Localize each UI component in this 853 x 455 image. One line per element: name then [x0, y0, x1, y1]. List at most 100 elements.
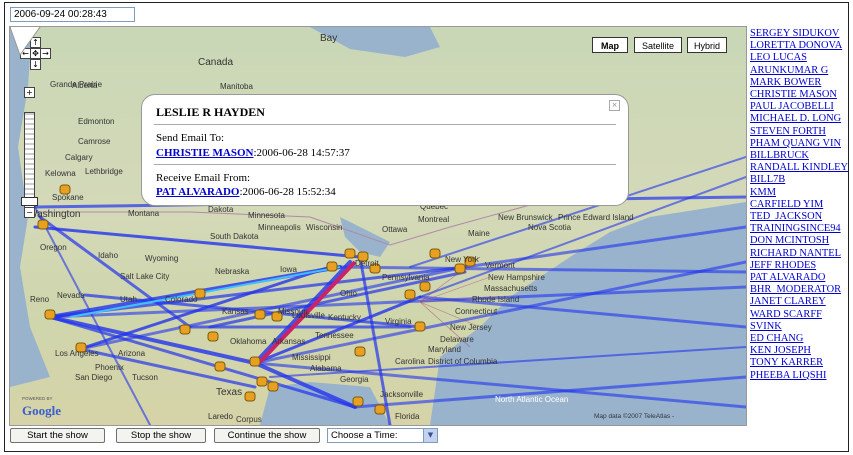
map-label: Arizona	[118, 349, 146, 358]
map-label: Pennsylvania	[382, 273, 430, 282]
map-label: Spokane	[52, 193, 84, 202]
map-label: Idaho	[98, 251, 119, 260]
map-label: Ohio	[340, 289, 357, 298]
google-logo[interactable]: Google	[22, 403, 61, 419]
map-type-satellite-button[interactable]: Satellite	[634, 37, 682, 53]
user-node	[254, 309, 266, 320]
zoom-out-icon[interactable]: −	[24, 207, 35, 218]
user-node	[419, 281, 431, 292]
person-link[interactable]: BHR_MODERATOR	[750, 284, 848, 296]
map-label: Jacksonville	[380, 390, 424, 399]
person-link[interactable]: JANET CLAREY	[750, 296, 848, 308]
map-type-map-button[interactable]: Map	[592, 37, 628, 53]
person-link[interactable]: ED CHANG	[750, 333, 848, 345]
map-label: Nevada	[57, 291, 85, 300]
map-label: Corpus	[236, 415, 262, 424]
person-link[interactable]: MICHAEL D. LONG	[750, 113, 848, 125]
map-label: Reno	[30, 295, 50, 304]
map-label: Arkansas	[272, 337, 306, 346]
map-label: Kansas	[222, 307, 249, 316]
popup-divider	[154, 164, 616, 165]
user-node	[326, 261, 338, 272]
user-node	[244, 391, 256, 402]
user-node	[37, 219, 49, 230]
zoom-slider-handle[interactable]	[21, 197, 38, 206]
user-node	[374, 404, 386, 415]
popup-receive-link[interactable]: PAT ALVARADO	[156, 186, 239, 198]
person-link[interactable]: RICHARD NANTEL	[750, 248, 848, 260]
popup-receive-label: Receive Email From:	[156, 172, 251, 184]
person-link[interactable]: DON MCINTOSH	[750, 235, 848, 247]
person-link[interactable]: PHAM QUANG VIN	[750, 138, 848, 150]
person-link[interactable]: CHRISTIE MASON	[750, 89, 848, 101]
person-link[interactable]: SERGEY SIDUKOV	[750, 28, 848, 40]
person-link[interactable]: PHEEBA LIQSHI	[750, 370, 848, 382]
powered-by-text: POWERED BY	[22, 396, 53, 401]
person-link[interactable]: BILL7B	[750, 174, 848, 186]
user-node	[414, 321, 426, 332]
person-link[interactable]: TRAININGSINCE94	[750, 223, 848, 235]
person-link[interactable]: TONY KARRER	[750, 357, 848, 369]
person-link[interactable]: PAT ALVARADO	[750, 272, 848, 284]
pan-down-icon[interactable]: ↓	[30, 59, 41, 70]
person-link[interactable]: ARUNKUMAR G	[750, 65, 848, 77]
person-link[interactable]: LORETTA DONOVA	[750, 40, 848, 52]
person-link[interactable]: CARFIELD YIM	[750, 199, 848, 211]
map-label: Minnesota	[248, 211, 285, 220]
map-label: Louisville	[292, 311, 325, 320]
edge	[48, 315, 357, 409]
map-label: Florida	[395, 412, 420, 421]
user-node	[352, 396, 364, 407]
person-link[interactable]: PAUL JACOBELLI	[750, 101, 848, 113]
continue-show-button[interactable]: Continue the show	[214, 428, 320, 443]
person-link[interactable]: MARK BOWER	[750, 77, 848, 89]
user-node	[429, 248, 441, 259]
person-link[interactable]: KEN JOSEPH	[750, 345, 848, 357]
map-label: Oklahoma	[230, 337, 267, 346]
map-view[interactable]: Bay Canada Manitoba Alberta Grande Prair…	[9, 26, 747, 426]
close-icon[interactable]: ×	[609, 100, 620, 111]
stop-show-button[interactable]: Stop the show	[116, 428, 206, 443]
map-label: Canada	[198, 57, 234, 68]
map-label: San Diego	[75, 373, 113, 382]
map-label: Ottawa	[382, 225, 408, 234]
person-link[interactable]: STEVEN FORTH	[750, 126, 848, 138]
map-label: Laredo	[208, 412, 233, 421]
map-label: Nova Scotia	[528, 223, 572, 232]
map-label: Washington	[28, 209, 81, 220]
zoom-in-icon[interactable]: +	[24, 87, 35, 98]
user-node	[179, 324, 191, 335]
map-label: Carolina	[395, 357, 425, 366]
user-node	[207, 331, 219, 342]
timestamp-field[interactable]	[10, 7, 135, 22]
popup-send-link[interactable]: CHRISTIE MASON	[156, 147, 254, 159]
map-label: South Dakota	[210, 232, 259, 241]
map-label: Manitoba	[220, 82, 253, 91]
map-type-hybrid-button[interactable]: Hybrid	[687, 37, 727, 53]
map-label: Massachusetts	[484, 284, 538, 293]
gulf-of-mexico	[260, 382, 390, 425]
person-link[interactable]: SVINK	[750, 321, 848, 333]
user-node	[267, 381, 279, 392]
map-label: Utah	[120, 295, 137, 304]
time-select[interactable]: Choose a Time: ▼	[327, 428, 438, 443]
user-node	[404, 289, 416, 300]
people-list: SERGEY SIDUKOV LORETTA DONOVA LEO LUCAS …	[750, 28, 848, 426]
map-label: Oregon	[40, 243, 67, 252]
person-link[interactable]: RANDALL KINDLEY	[750, 162, 848, 174]
info-popup: LESLIE R HAYDEN × Send Email To: CHRISTI…	[141, 94, 629, 206]
person-link[interactable]: LEO LUCAS	[750, 52, 848, 64]
person-link[interactable]: BILLBRUCK	[750, 150, 848, 162]
map-label: Calgary	[65, 153, 93, 162]
map-label: District of Columbia	[428, 357, 498, 366]
popup-title: LESLIE R HAYDEN	[156, 105, 265, 119]
person-link[interactable]: JEFF RHODES	[750, 260, 848, 272]
chevron-down-icon[interactable]: ▼	[423, 429, 437, 442]
person-link[interactable]: TED_JACKSON	[750, 211, 848, 223]
start-show-button[interactable]: Start the show	[10, 428, 105, 443]
person-link[interactable]: KMM	[750, 187, 848, 199]
user-node	[344, 248, 356, 259]
person-link[interactable]: WARD SCARFF	[750, 309, 848, 321]
popup-send-label: Send Email To:	[156, 132, 225, 144]
time-select-value: Choose a Time:	[331, 430, 398, 441]
